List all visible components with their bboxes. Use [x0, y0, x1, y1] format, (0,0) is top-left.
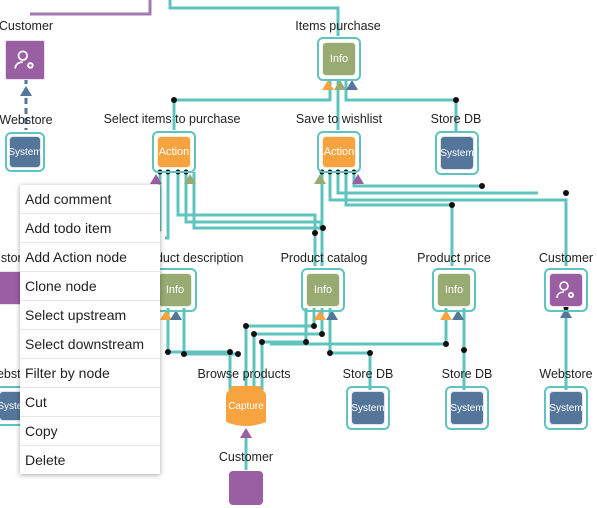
user-gear-icon — [14, 50, 34, 69]
node-label: Store DB — [342, 367, 394, 381]
info-node-items-purchase[interactable]: Info — [317, 37, 361, 81]
node-label: Store DB — [430, 112, 482, 126]
system-node-store-db-top[interactable]: System — [435, 131, 479, 175]
node-label: Browse products — [197, 367, 291, 381]
node-label: Webstore — [0, 113, 53, 127]
node-label: Items purchase — [295, 19, 381, 33]
node-label: Store DB — [441, 367, 493, 381]
user-gear-icon — [556, 281, 574, 299]
node-label: Product price — [417, 251, 491, 265]
arrow-head — [20, 86, 32, 96]
action-node-select-items[interactable]: Action — [152, 131, 196, 173]
menu-item-add-comment[interactable]: Add comment — [20, 185, 160, 214]
menu-item-select-upstream[interactable]: Select upstream — [20, 301, 160, 330]
info-node-product-catalog[interactable]: Info — [301, 268, 345, 312]
context-menu: Add comment Add todo item Add Action nod… — [20, 185, 160, 474]
menu-item-cut[interactable]: Cut — [20, 388, 160, 417]
node-label: Webstore — [539, 367, 593, 381]
actor-node-customer-right[interactable] — [544, 268, 588, 312]
capture-node-browse-products[interactable]: Capture — [224, 384, 268, 428]
node-label: Save to wishlist — [295, 112, 383, 126]
actor-node-customer-bottom[interactable] — [226, 468, 266, 508]
system-node-webstore-top[interactable]: System — [5, 132, 45, 172]
menu-item-clone-node[interactable]: Clone node — [20, 272, 160, 301]
menu-item-delete[interactable]: Delete — [20, 446, 160, 474]
node-label: Customer — [0, 19, 54, 33]
action-node-save-wishlist[interactable]: Action — [317, 131, 361, 173]
node-label: Customer — [538, 251, 594, 265]
system-node-store-db-mid[interactable]: System — [346, 386, 390, 430]
menu-item-add-action-node[interactable]: Add Action node — [20, 243, 160, 272]
actor-node-customer-top[interactable] — [5, 40, 45, 80]
menu-item-filter-by-node[interactable]: Filter by node — [20, 359, 160, 388]
menu-item-copy[interactable]: Copy — [20, 417, 160, 446]
node-label: Select items to purchase — [103, 112, 241, 126]
menu-item-select-downstream[interactable]: Select downstream — [20, 330, 160, 359]
system-node-store-db-right[interactable]: System — [445, 386, 489, 430]
menu-item-add-todo-item[interactable]: Add todo item — [20, 214, 160, 243]
edge-customer-top — [30, 0, 152, 16]
node-label: Product catalog — [280, 251, 368, 265]
node-label: Customer — [218, 450, 274, 464]
system-node-webstore-right[interactable]: System — [544, 386, 588, 430]
info-node-product-price[interactable]: Info — [432, 268, 476, 312]
